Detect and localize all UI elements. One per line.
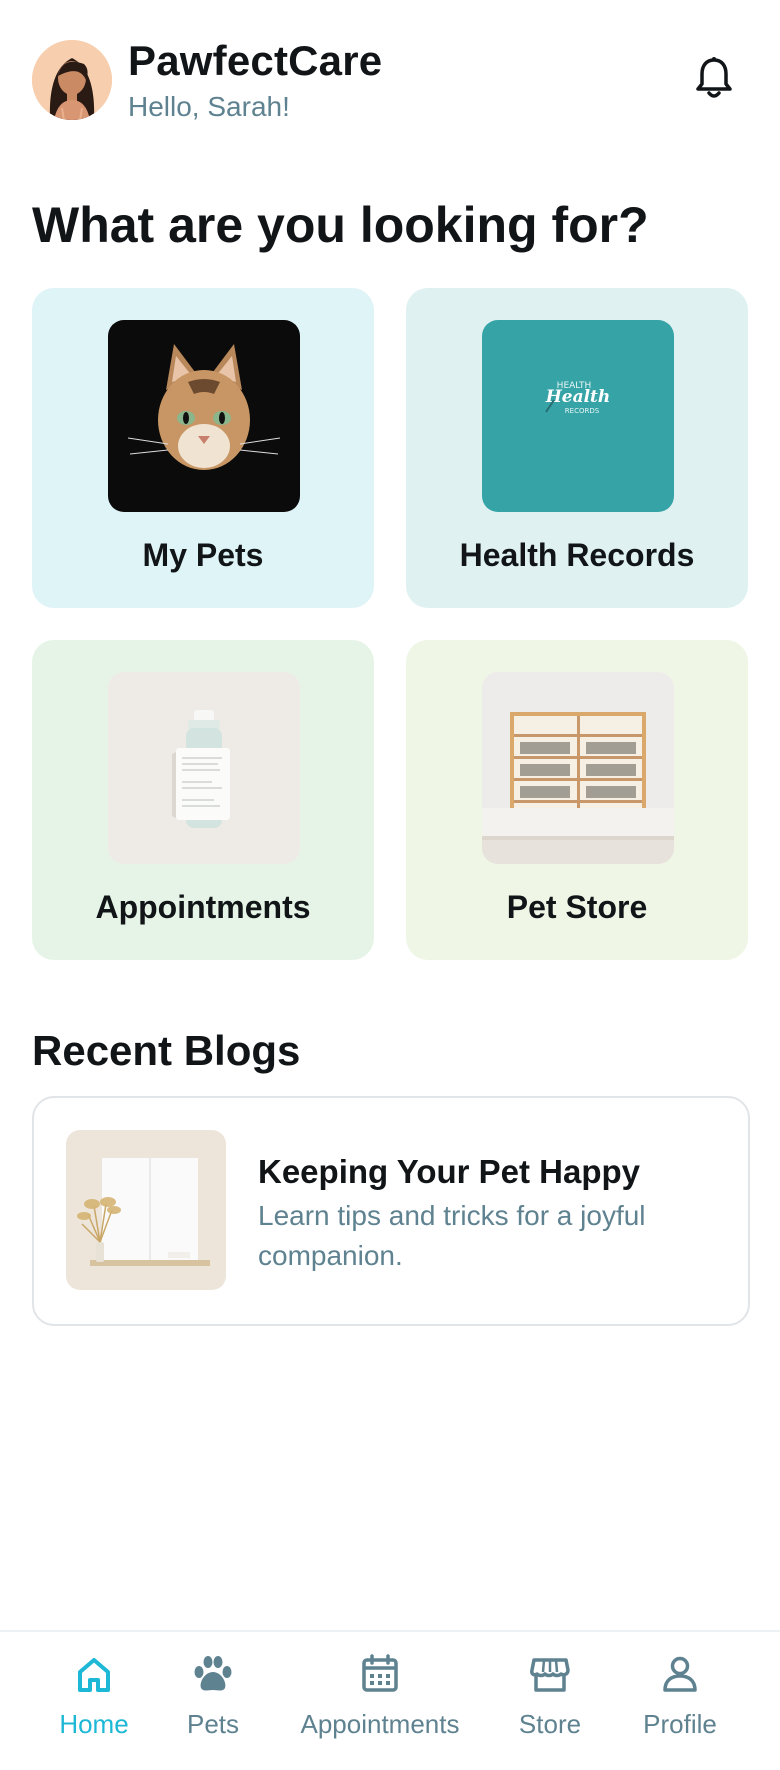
category-label: My Pets: [142, 537, 264, 573]
app-header: PawfectCare Hello, Sarah!: [32, 38, 748, 124]
greeting-text: Hello, Sarah!: [128, 91, 290, 122]
bottom-navigation: Home Pets Appointments Store Profile: [0, 1630, 780, 1770]
health-records-logo-image: HEALTH Health RECORDS: [482, 320, 674, 512]
nav-label: Store: [518, 1709, 582, 1739]
category-card-appointments[interactable]: Appointments: [32, 640, 374, 960]
category-card-pet-store[interactable]: Pet Store: [406, 640, 748, 960]
nav-label: Pets: [186, 1709, 240, 1739]
health-thumb-text-3: RECORDS: [565, 407, 600, 415]
blog-card[interactable]: Keeping Your Pet Happy Learn tips and tr…: [32, 1096, 750, 1326]
category-card-health-records[interactable]: HEALTH Health RECORDS Health Records: [406, 288, 748, 608]
category-card-my-pets[interactable]: My Pets: [32, 288, 374, 608]
home-icon: [72, 1652, 116, 1696]
category-label: Health Records: [459, 537, 695, 573]
category-label: Appointments: [95, 889, 311, 925]
avatar[interactable]: [32, 40, 112, 120]
blog-thumbnail-image: [66, 1130, 226, 1290]
nav-item-profile[interactable]: Profile: [638, 1652, 722, 1752]
nav-label: Profile: [643, 1709, 717, 1739]
recent-blogs-title: Recent Blogs: [32, 1027, 301, 1074]
cat-photo-image: [108, 320, 300, 512]
medicine-bottle-image: [108, 672, 300, 864]
blog-description: Learn tips and tricks for a joyful compa…: [258, 1200, 646, 1271]
section-title: What are you looking for?: [32, 197, 649, 253]
nav-item-pets[interactable]: Pets: [180, 1652, 246, 1752]
calendar-icon: [358, 1652, 402, 1696]
store-icon: [528, 1652, 572, 1696]
person-icon: [658, 1652, 702, 1696]
nav-item-home[interactable]: Home: [54, 1652, 134, 1752]
store-shelves-image: [482, 672, 674, 864]
category-label: Pet Store: [506, 889, 648, 925]
notification-bell-icon[interactable]: [694, 56, 734, 100]
nav-label: Appointments: [300, 1709, 460, 1739]
app-title: PawfectCare: [128, 37, 383, 84]
paw-icon: [191, 1652, 235, 1696]
nav-item-store[interactable]: Store: [514, 1652, 586, 1752]
health-thumb-text-2: Health: [545, 387, 611, 407]
nav-label: Home: [59, 1709, 129, 1739]
blog-title: Keeping Your Pet Happy: [258, 1153, 641, 1190]
nav-item-appointments[interactable]: Appointments: [296, 1652, 464, 1752]
